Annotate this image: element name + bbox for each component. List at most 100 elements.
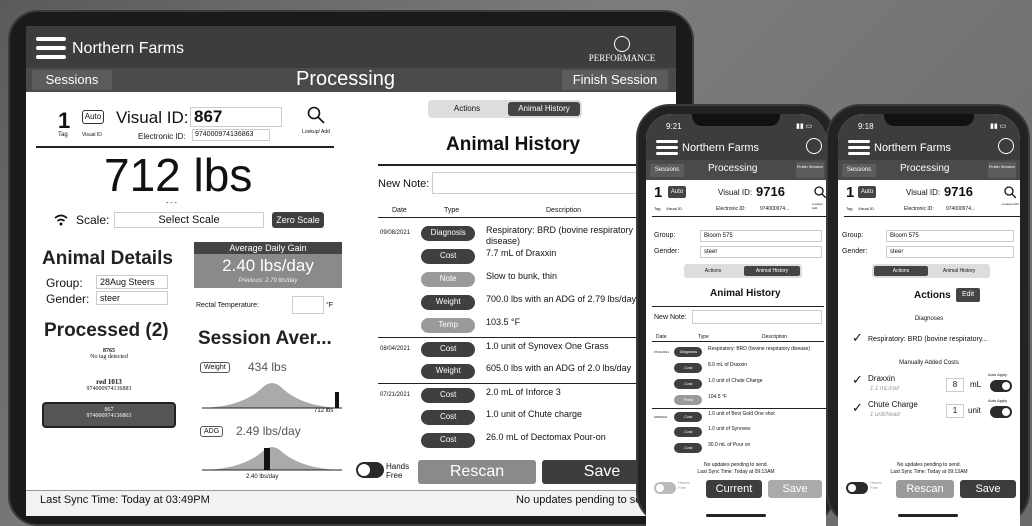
hands-free-label: Hands Free: [386, 462, 410, 480]
group-field[interactable]: Bloom 575: [700, 230, 822, 242]
zero-scale-button[interactable]: Zero Scale: [272, 212, 324, 228]
history-row[interactable]: Cost 26.0 mL of Dectomax Pour-on: [378, 429, 648, 452]
history-row[interactable]: Temp 104.5 °F: [652, 392, 826, 408]
history-row[interactable]: 07/21/2021 Cost 2.0 mL of Inforce 3: [378, 383, 648, 406]
scale-select[interactable]: Select Scale: [114, 212, 264, 228]
history-type-badge: Diagnosis: [421, 226, 476, 241]
tab-actions[interactable]: Actions: [432, 102, 502, 116]
electronic-id-input[interactable]: 974000974...: [760, 206, 789, 212]
col-type: Type: [698, 334, 709, 340]
auto-toggle-button[interactable]: Auto: [858, 186, 876, 198]
new-note-input[interactable]: [692, 310, 822, 324]
gender-label: Gender:: [46, 292, 90, 306]
group-field[interactable]: 28Aug Steers: [96, 275, 168, 289]
cost-rate: 1 unit/head: [870, 412, 900, 418]
edit-button[interactable]: Edit: [956, 288, 980, 302]
visual-id-input[interactable]: 867: [190, 107, 282, 127]
sessions-button[interactable]: Sessions: [650, 164, 684, 177]
tab-animal-history[interactable]: Animal History: [930, 266, 988, 276]
save-button[interactable]: Save: [960, 480, 1016, 498]
current-button[interactable]: Current: [706, 480, 762, 498]
group-field[interactable]: Bloom 575: [886, 230, 1014, 242]
history-row[interactable]: 07/01/2021 Diagnosis Respiratory: BRD (bov…: [652, 344, 826, 360]
history-row[interactable]: Cost 7.7 mL of Draxxin: [378, 245, 648, 268]
search-icon[interactable]: [814, 186, 826, 198]
checkmark-icon[interactable]: ✓: [852, 400, 863, 416]
visual-id-label: Visual ID:: [906, 188, 941, 197]
adg-axis-label: 2.40 lbs/day: [246, 474, 279, 480]
history-row[interactable]: Weight 700.0 lbs with an ADG of 2.79 lbs/…: [378, 291, 648, 314]
history-header-row: Date Type Description: [378, 204, 646, 218]
history-row[interactable]: Temp 103.5 °F: [378, 314, 648, 337]
brand-logo: PERFORMANCE: [586, 36, 658, 63]
processed-sub: 974000974136883: [86, 386, 132, 392]
history-type-badge: Temp: [674, 394, 703, 406]
gender-field[interactable]: steer: [96, 291, 168, 305]
finish-session-button[interactable]: Finish Session: [562, 70, 668, 90]
history-row[interactable]: Cost 30.0 mL of Pour on: [652, 440, 826, 456]
history-row[interactable]: Cost 1.0 unit of Synovex: [652, 424, 826, 440]
auto-apply-toggle[interactable]: [990, 380, 1012, 392]
auto-toggle-button[interactable]: Auto: [668, 186, 686, 198]
visual-id-input[interactable]: 9716: [944, 184, 994, 200]
tag-number: 1: [654, 184, 663, 201]
finish-session-button[interactable]: Finish Session: [988, 162, 1016, 178]
tab-animal-history[interactable]: Animal History: [508, 102, 580, 116]
tab-actions[interactable]: Actions: [686, 266, 740, 276]
electronic-id-input[interactable]: 974000974...: [946, 206, 975, 212]
rectal-temp-input[interactable]: [292, 296, 324, 314]
page-title: Processing: [900, 163, 950, 174]
history-row[interactable]: 09/08/2021 Diagnosis Respiratory: BRD (bov…: [378, 222, 648, 246]
hands-free-toggle[interactable]: [654, 482, 676, 494]
finish-session-button[interactable]: Finish Session: [796, 162, 824, 178]
group-label: Group:: [842, 232, 864, 239]
history-type-badge: Weight: [421, 295, 476, 310]
history-row[interactable]: Cost 1.0 unit of Chute charge: [378, 406, 648, 429]
col-description: Description: [762, 334, 788, 340]
cost-quantity-input[interactable]: 1: [946, 404, 964, 418]
checkmark-icon[interactable]: ✓: [852, 372, 863, 388]
processed-item[interactable]: red 1013 974000974136883: [42, 378, 176, 392]
processed-item[interactable]: 8765 No tag detected: [42, 348, 176, 360]
adg-chip: ADG: [200, 426, 224, 437]
hamburger-menu-icon[interactable]: [36, 37, 66, 59]
hands-free-label: Hands Free: [870, 480, 882, 490]
history-description: 8.0 mL of Draxxin: [708, 361, 747, 368]
tab-actions[interactable]: Actions: [874, 266, 928, 276]
rescan-button[interactable]: Rescan: [418, 460, 536, 484]
col-date: Date: [392, 207, 407, 214]
gender-label: Gender:: [842, 248, 868, 255]
history-row[interactable]: Note Slow to bunk, thin: [378, 268, 648, 291]
processed-item-selected[interactable]: 867 974000974136863: [42, 402, 176, 428]
lookup-button[interactable]: Lookup/ Add: [302, 106, 330, 144]
hands-free-toggle[interactable]: [846, 482, 868, 494]
history-description: 2.0 mL of Inforce 3: [486, 386, 561, 397]
new-note-input[interactable]: [432, 172, 644, 194]
search-icon[interactable]: [1004, 186, 1016, 198]
col-type: Type: [444, 207, 460, 214]
visual-id-input[interactable]: 9716: [756, 184, 804, 200]
hamburger-menu-icon[interactable]: [848, 140, 870, 156]
hands-free-toggle[interactable]: [356, 462, 384, 478]
gender-field[interactable]: steer: [700, 246, 822, 258]
cost-quantity-input[interactable]: 8: [946, 378, 964, 392]
auto-apply-toggle[interactable]: [990, 406, 1012, 418]
checkmark-icon[interactable]: ✓: [852, 330, 863, 346]
history-row[interactable]: Weight 605.0 lbs with an ADG of 2.0 lbs/d…: [378, 360, 648, 383]
history-row[interactable]: 08/04/2021 Cost 1.0 unit of Synovex One Gr…: [378, 337, 648, 360]
sessions-button[interactable]: Sessions: [842, 164, 876, 177]
rescan-button[interactable]: Rescan: [896, 480, 954, 498]
tab-animal-history[interactable]: Animal History: [744, 266, 800, 276]
save-button[interactable]: Save: [768, 480, 822, 498]
weight-chip: Weight: [200, 362, 230, 373]
sessions-button[interactable]: Sessions: [32, 70, 112, 90]
history-row[interactable]: Cost 8.0 mL of Draxxin: [652, 360, 826, 376]
auto-toggle-button[interactable]: Auto: [82, 110, 104, 124]
electronic-id-input[interactable]: 974000974136863: [192, 129, 270, 141]
gender-field[interactable]: steer: [886, 246, 1014, 258]
diagnosis-item[interactable]: Respiratory: BRD (bovine respiratory...: [868, 336, 988, 343]
history-row[interactable]: 6/08/2021 Cost 1.0 unit of Bovi Gold One s…: [652, 408, 826, 424]
history-type-badge: Weight: [421, 364, 476, 379]
history-row[interactable]: Cost 1.0 unit of Chute Charge: [652, 376, 826, 392]
hamburger-menu-icon[interactable]: [656, 140, 678, 156]
